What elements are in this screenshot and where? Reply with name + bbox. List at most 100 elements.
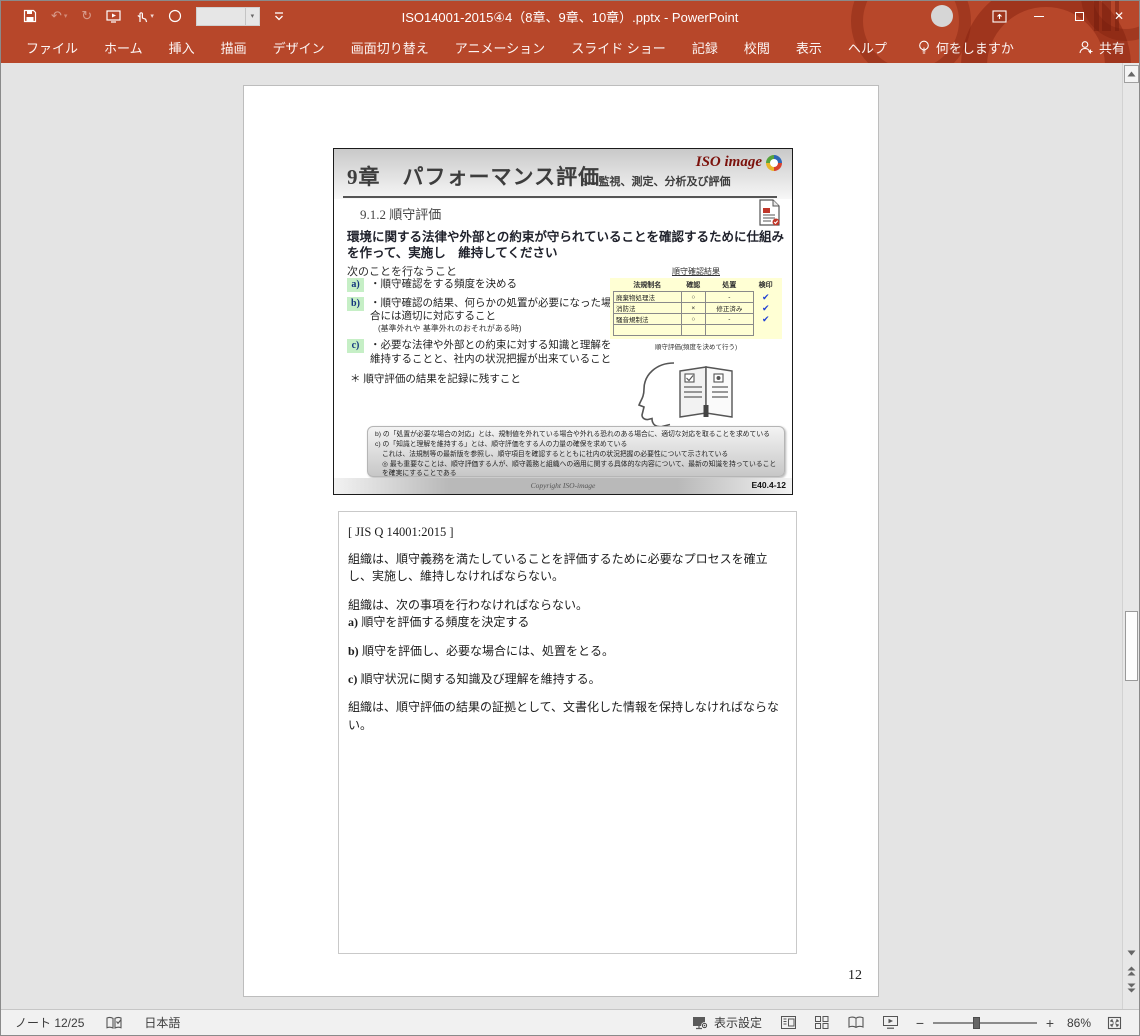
zoom-slider[interactable] [933, 1016, 1037, 1030]
ribbon-tab-7[interactable]: アニメーション [442, 31, 558, 63]
ribbon-tab-2[interactable]: ホーム [91, 31, 156, 63]
language-status[interactable]: 日本語 [144, 1014, 180, 1031]
ribbon-tab-1[interactable]: ファイル [13, 31, 91, 63]
share-person-icon [1078, 40, 1094, 54]
slide-image[interactable]: 9章 パフォーマンス評価 9.1 監視、測定、分析及び評価 ISO image … [333, 148, 793, 495]
slide-bullets: a)・順守確認をする頻度を決めるb)・順守確認の結果、何らかの処置が必要になった… [347, 278, 615, 371]
slide-divider [343, 196, 777, 198]
scrollbar-thumb[interactable] [1125, 611, 1138, 681]
ribbon-tabs: ファイルホーム挿入描画デザイン画面切り替えアニメーションスライド ショー記録校閲… [1, 31, 900, 63]
table-cell: × [681, 303, 706, 314]
table-cell [681, 325, 706, 336]
normal-view-icon[interactable] [771, 1010, 805, 1036]
status-bar: ノート 12/25 日本語 表示設定 [1, 1009, 1139, 1035]
table-row: 騒音規制法○-✔ [614, 314, 779, 325]
ribbon-tab-12[interactable]: ヘルプ [835, 31, 900, 63]
vertical-scrollbar[interactable] [1122, 63, 1139, 1011]
chevron-down-icon: ▾ [245, 8, 259, 25]
scroll-up-icon[interactable] [1124, 65, 1139, 83]
table-cell: ○ [681, 292, 706, 303]
slide-subsection: 9.1.2 順守評価 [360, 204, 441, 223]
slide-chapter-title: 9章 パフォーマンス評価 [347, 161, 600, 191]
notes-list-item: b) 順守を評価し、必要な場合には、処置をとる。 [348, 643, 787, 660]
table-header-cell: 検印 [753, 280, 778, 292]
table-row [614, 325, 779, 336]
lightbulb-icon [918, 40, 930, 55]
minimize-icon[interactable] [1019, 1, 1059, 31]
ribbon-tab-5[interactable]: デザイン [260, 31, 338, 63]
ribbon-tab-10[interactable]: 校閲 [731, 31, 783, 63]
table-header-cell: 処置 [706, 280, 754, 292]
notes-item-label: c) [348, 672, 357, 686]
ribbon-display-options-icon[interactable] [979, 1, 1019, 31]
slide-record-note: ＊ 順守評価の結果を記録に残すこと [350, 371, 521, 386]
app-header: ↶▾ ↻ ▾ ▾ ISO14001-2015④4（8章、9章、10章）.pptx… [1, 1, 1139, 63]
notes-page-view: 9章 パフォーマンス評価 9.1 監視、測定、分析及び評価 ISO image … [1, 63, 1139, 1011]
footnote-line: ◎ 最も重要なことは、順守評価する人が、順守義務と組織への適用に関する具体的な内… [375, 460, 777, 480]
table-cell: ✔ [753, 303, 778, 314]
compliance-table-caption: 順守評価(頻度を決めて行う) [610, 341, 782, 351]
notes-paragraph: [ JIS Q 14001:2015 ] [348, 525, 787, 540]
ribbon-tab-row: ファイルホーム挿入描画デザイン画面切り替えアニメーションスライド ショー記録校閲… [1, 31, 1139, 63]
reading-view-icon[interactable] [839, 1010, 873, 1036]
zoom-out-button[interactable]: − [913, 1015, 927, 1031]
slide-doc-code: E40.4-12 [752, 480, 787, 490]
ribbon-tab-11[interactable]: 表示 [783, 31, 835, 63]
share-label: 共有 [1099, 38, 1125, 57]
footnote-line: c) の「知識と理解を維持する」とは、順守評価をする人の力量の確保を求めている [375, 440, 777, 450]
display-settings-button[interactable]: 表示設定 [683, 1010, 771, 1036]
titlebar: ↶▾ ↻ ▾ ▾ ISO14001-2015④4（8章、9章、10章）.pptx… [1, 1, 1139, 31]
ribbon-tab-8[interactable]: スライド ショー [558, 31, 679, 63]
iso-image-logo: ISO image [696, 154, 782, 171]
ribbon-tab-6[interactable]: 画面切り替え [338, 31, 442, 63]
zoom-in-button[interactable]: + [1043, 1015, 1057, 1031]
qat-dropdown[interactable]: ▾ [196, 7, 260, 26]
ribbon-tab-3[interactable]: 挿入 [156, 31, 208, 63]
notes-item-label: b) [348, 644, 359, 658]
save-icon[interactable] [23, 9, 37, 23]
slide-header-band: 9章 パフォーマンス評価 9.1 監視、測定、分析及び評価 ISO image [334, 149, 792, 199]
slide-copyright: Copyright ISO-image [334, 481, 792, 490]
redo-icon: ↻ [81, 8, 92, 24]
next-slide-icon[interactable] [1123, 980, 1140, 995]
view-shortcuts [771, 1010, 907, 1036]
customize-qat-icon[interactable] [274, 12, 284, 21]
notes-list-item: a) 順守を評価する頻度を決定する [348, 614, 787, 631]
spellcheck-icon[interactable] [106, 1016, 122, 1030]
notes-page: 9章 パフォーマンス評価 9.1 監視、測定、分析及び評価 ISO image … [243, 85, 879, 997]
page-number: 12 [848, 968, 862, 984]
maximize-icon[interactable] [1059, 1, 1099, 31]
share-button[interactable]: 共有 [1078, 38, 1125, 57]
table-cell: ○ [681, 314, 706, 325]
avatar[interactable] [931, 5, 953, 27]
notes-text-area[interactable]: [ JIS Q 14001:2015 ]組織は、順守義務を満たしていることを評価… [338, 511, 797, 954]
close-icon[interactable]: ✕ [1099, 1, 1139, 31]
slide-status[interactable]: ノート 12/25 [15, 1014, 84, 1031]
bullet-label: b) [347, 297, 364, 311]
table-cell: ✔ [753, 292, 778, 303]
notes-item-label: a) [348, 615, 358, 629]
circle-shape-icon[interactable] [168, 9, 182, 23]
draw-touch-icon[interactable]: ▾ [135, 10, 154, 23]
bullet-text: ・必要な法律や外部との約束に対する知識と理解を維持することと、社内の状況把握が出… [370, 339, 615, 366]
zoom-slider-thumb[interactable] [973, 1017, 980, 1029]
start-slideshow-icon[interactable] [106, 10, 121, 23]
tell-me-box[interactable]: 何をしますか [918, 38, 1014, 57]
footnote-line: これは、法規制等の最新版を参照し、順守項目を確認するとともに社内の状況把握の必要… [375, 450, 777, 460]
notes-list-item: c) 順守状況に関する知識及び理解を維持する。 [348, 671, 787, 688]
fit-to-window-icon[interactable] [1097, 1010, 1131, 1036]
scroll-down-icon[interactable] [1123, 945, 1140, 961]
notes-paragraph: 組織は、順守評価の結果の証拠として、文書化した情報を保持しなければならない。 [348, 699, 787, 734]
notes-paragraph: 組織は、次の事項を行わなければならない。 [348, 597, 787, 614]
slide-sorter-view-icon[interactable] [805, 1010, 839, 1036]
slide-bullet-item: a)・順守確認をする頻度を決める [347, 278, 615, 292]
table-cell: 修正済み [706, 303, 754, 314]
zoom-percentage[interactable]: 86% [1057, 1016, 1091, 1030]
table-row: 廃棄物処理法○-✔ [614, 292, 779, 303]
ribbon-tab-4[interactable]: 描画 [208, 31, 260, 63]
previous-slide-icon[interactable] [1123, 963, 1140, 978]
slideshow-view-icon[interactable] [873, 1010, 907, 1036]
zoom-control: − + [913, 1015, 1057, 1031]
powerpoint-window: ↶▾ ↻ ▾ ▾ ISO14001-2015④4（8章、9章、10章）.pptx… [0, 0, 1140, 1036]
ribbon-tab-9[interactable]: 記録 [679, 31, 731, 63]
